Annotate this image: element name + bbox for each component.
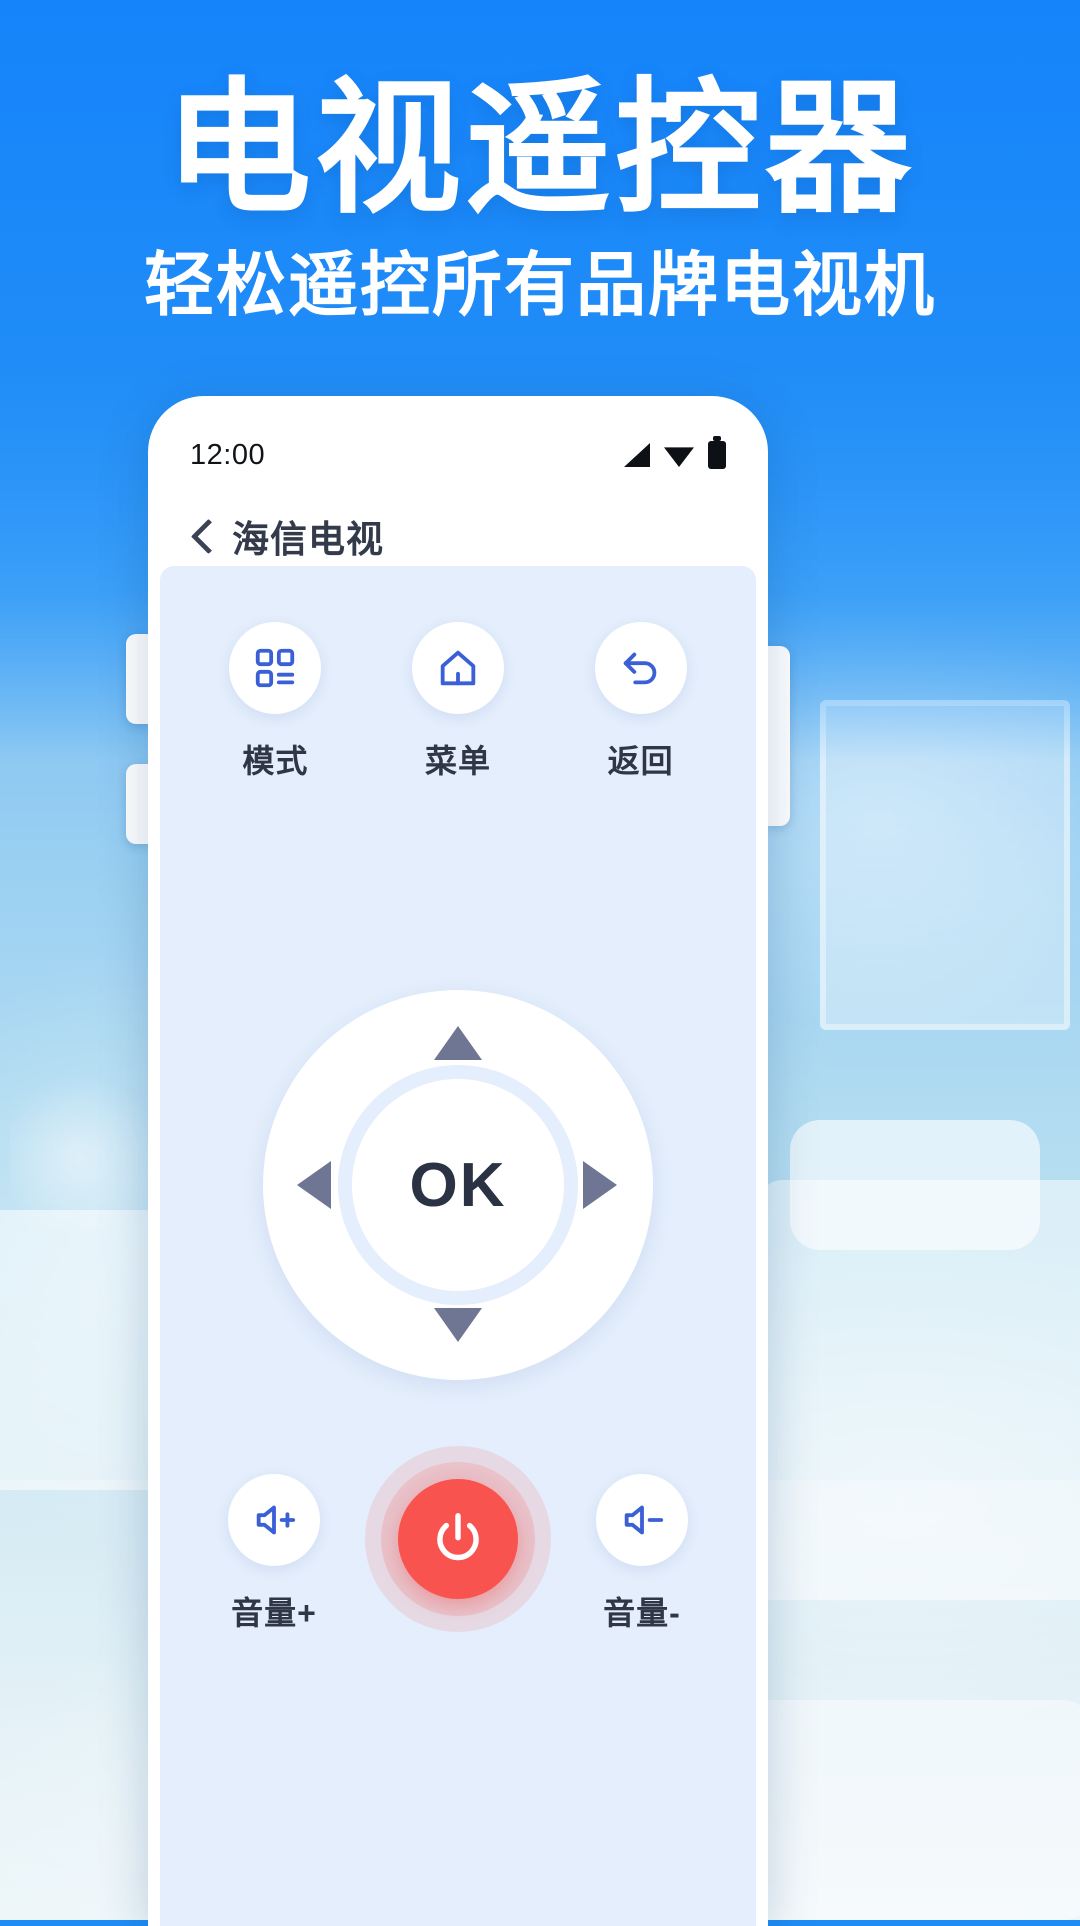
battery-icon	[708, 436, 726, 469]
ok-button-label: OK	[409, 1150, 507, 1220]
volume-up-button-label: 音量+	[231, 1595, 317, 1631]
ok-button[interactable]: OK	[352, 1079, 564, 1291]
home-icon	[440, 650, 476, 686]
menu-button-circle[interactable]	[411, 622, 504, 714]
mode-button-label: 模式	[242, 743, 309, 779]
status-bar: 12:00	[148, 426, 768, 484]
page-title: 海信电视	[232, 519, 384, 560]
back-button-label: 返回	[607, 743, 674, 779]
return-arrow-icon	[623, 652, 656, 685]
power-button-core[interactable]	[398, 1479, 518, 1599]
room-plant	[10, 1050, 150, 1230]
volume-up-button-circle[interactable]	[228, 1474, 320, 1566]
remote-bottom-row: 音量+ 音量-	[160, 1446, 756, 1634]
arrow-up-icon[interactable]	[434, 1026, 482, 1060]
mode-button-circle[interactable]	[229, 622, 322, 714]
grid-apps-icon	[256, 648, 295, 688]
power-icon	[437, 1513, 479, 1561]
dpad: OK	[263, 990, 653, 1380]
arrow-right-icon[interactable]	[583, 1161, 617, 1209]
banner-headline: 电视遥控器 轻松遥控所有品牌电视机	[0, 72, 1080, 324]
back-button[interactable]: 返回	[566, 622, 716, 782]
chevron-left-icon[interactable]	[192, 520, 210, 552]
remote-top-row: 模式 菜单 返回	[160, 622, 756, 782]
phone-body: 12:00 海信电视 模式 菜单 返回 OK 音量+ 音量-	[148, 396, 768, 1926]
volume-down-icon	[624, 1505, 664, 1535]
main-title: 电视遥控器	[165, 67, 915, 230]
menu-button-label: 菜单	[424, 743, 491, 779]
volume-up-icon	[256, 1505, 296, 1535]
volume-up-button[interactable]: 音量+	[204, 1446, 344, 1634]
status-icons	[624, 436, 726, 469]
arrow-down-icon[interactable]	[434, 1308, 482, 1342]
back-button-circle[interactable]	[594, 622, 687, 714]
mode-button[interactable]: 模式	[200, 622, 350, 782]
status-time: 12:00	[190, 438, 266, 471]
wifi-icon	[664, 447, 694, 467]
volume-down-button[interactable]: 音量-	[572, 1446, 712, 1634]
arrow-left-icon[interactable]	[297, 1161, 331, 1209]
volume-down-button-label: 音量-	[603, 1595, 681, 1631]
power-button[interactable]	[365, 1446, 551, 1632]
app-bar: 海信电视	[148, 496, 768, 576]
phone-mockup: 12:00 海信电视 模式 菜单 返回 OK 音量+ 音量-	[126, 396, 790, 1926]
menu-button[interactable]: 菜单	[383, 622, 533, 782]
sub-title: 轻松遥控所有品牌电视机	[144, 246, 936, 325]
volume-down-button-circle[interactable]	[596, 1474, 688, 1566]
remote-panel: 模式 菜单 返回 OK 音量+ 音量-	[160, 566, 756, 1926]
signal-icon	[624, 443, 650, 467]
